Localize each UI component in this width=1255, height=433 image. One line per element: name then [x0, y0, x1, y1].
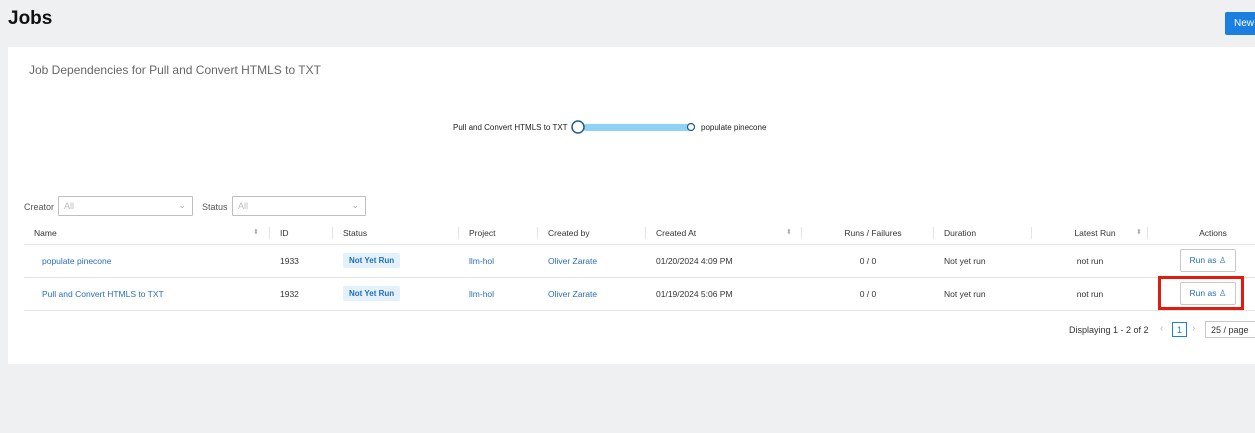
column-header-runs-failures: Runs / Failures: [802, 222, 934, 245]
chevron-down-icon: ⌄: [178, 200, 186, 210]
sort-icon[interactable]: ⬍: [786, 228, 792, 236]
column-header-created-at[interactable]: Created At ⬍: [646, 222, 802, 245]
column-label: Latest Run: [1074, 227, 1116, 238]
column-header-created-by: Created by: [538, 222, 646, 245]
column-label: Actions: [1199, 227, 1227, 238]
new-job-button[interactable]: New: [1225, 12, 1255, 35]
chevron-right-icon[interactable]: ›: [1192, 323, 1195, 334]
run-as-label: Run as: [1189, 255, 1217, 265]
column-label: Status: [343, 227, 368, 238]
pagination-summary: Displaying 1 - 2 of 2: [1069, 325, 1149, 335]
creator-filter-value: All: [64, 201, 75, 211]
column-label: ID: [280, 227, 289, 238]
column-header-id: ID: [270, 222, 333, 245]
duration: Not yet run: [934, 244, 1032, 278]
column-header-actions: Actions: [1148, 222, 1255, 245]
dependency-edge: [583, 124, 693, 131]
status-filter-label: Status: [202, 202, 228, 212]
created-at: 01/19/2024 5:06 PM: [646, 277, 802, 311]
table-row: populate pinecone 1933 Not Yet Run llm-h…: [24, 244, 1255, 278]
dependencies-panel: Job Dependencies for Pull and Convert HT…: [8, 47, 1255, 364]
column-label: Created At: [656, 227, 697, 238]
latest-run: not run: [1032, 244, 1148, 278]
job-id: 1932: [270, 277, 333, 311]
status-badge: Not Yet Run: [343, 286, 401, 301]
status-filter-value: All: [238, 201, 249, 211]
creator-link[interactable]: Oliver Zarate: [548, 256, 597, 266]
target-node-label[interactable]: populate pinecone: [701, 123, 766, 132]
page-title: Jobs: [8, 8, 53, 29]
job-name-link[interactable]: populate pinecone: [42, 256, 111, 266]
job-name-link[interactable]: Pull and Convert HTMLS to TXT: [42, 289, 164, 299]
column-label: Project: [469, 227, 496, 238]
user-icon: ♙: [1218, 255, 1227, 265]
column-label: Name: [34, 227, 57, 238]
column-label: Runs / Failures: [844, 227, 902, 238]
creator-link[interactable]: Oliver Zarate: [548, 289, 597, 299]
source-node: [571, 120, 585, 134]
column-header-name[interactable]: Name ⬍: [24, 222, 270, 245]
column-header-project: Project: [459, 222, 538, 245]
creator-filter-label: Creator: [24, 202, 55, 212]
column-label: Duration: [944, 227, 977, 238]
created-at: 01/20/2024 4:09 PM: [646, 244, 802, 278]
table-row: Pull and Convert HTMLS to TXT 1932 Not Y…: [24, 277, 1255, 311]
dependency-graph: [571, 120, 696, 134]
status-badge: Not Yet Run: [343, 253, 401, 268]
project-link[interactable]: llm-hol: [469, 289, 494, 299]
column-header-latest-run[interactable]: Latest Run ⬍: [1032, 222, 1148, 245]
jobs-table: Name ⬍ ID Status Project Created by Creat…: [24, 222, 1255, 311]
job-id: 1933: [270, 244, 333, 278]
sort-icon[interactable]: ⬍: [1136, 228, 1142, 236]
source-node-label[interactable]: Pull and Convert HTMLS to TXT: [453, 123, 568, 132]
runs-failures: 0 / 0: [802, 244, 934, 278]
pagination-page-1[interactable]: 1: [1172, 322, 1187, 337]
chevron-left-icon[interactable]: ‹: [1160, 323, 1163, 334]
status-filter-select[interactable]: All ⌄: [232, 196, 366, 216]
column-label: Created by: [548, 227, 590, 238]
highlight-box: [1158, 276, 1244, 310]
run-as-button[interactable]: Run as ♙: [1179, 249, 1237, 272]
column-header-status: Status: [333, 222, 459, 245]
sort-icon[interactable]: ⬍: [253, 228, 259, 236]
page-size-select[interactable]: 25 / page: [1205, 321, 1255, 338]
target-node: [686, 122, 696, 132]
latest-run: not run: [1032, 277, 1148, 311]
creator-filter-select[interactable]: All ⌄: [58, 196, 193, 216]
runs-failures: 0 / 0: [802, 277, 934, 311]
duration: Not yet run: [934, 277, 1032, 311]
column-header-duration: Duration: [934, 222, 1032, 245]
chevron-down-icon: ⌄: [351, 200, 359, 210]
project-link[interactable]: llm-hol: [469, 256, 494, 266]
